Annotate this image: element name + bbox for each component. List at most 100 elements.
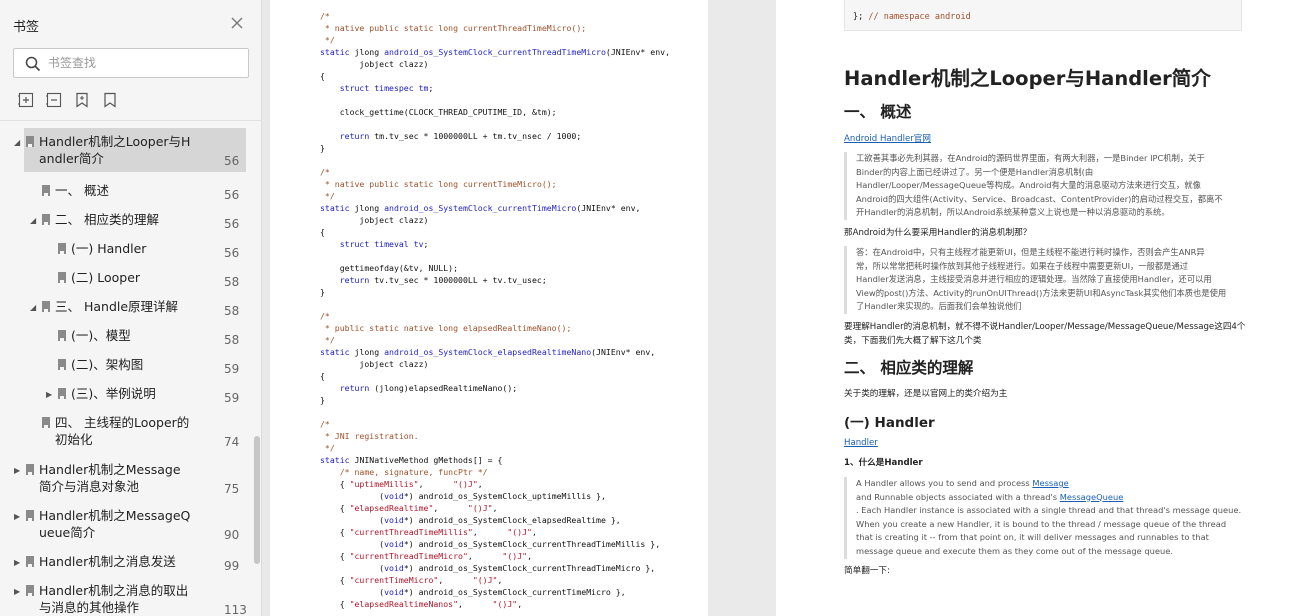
code-line: /* name, signature, funcPtr */ [339,467,488,477]
bookmark-label: Handler机制之Message [39,462,181,477]
pdf-page-left: /* * native public static long currentTh… [270,0,708,616]
bookmark-page-number: 58 [224,304,240,318]
bookmark-page-number: 56 [224,188,240,202]
bookmark-icon [42,301,50,312]
collapse-arrow-icon[interactable]: ▶ [14,583,20,600]
bookmark-item[interactable]: ▶ Handler机制之MessageQ ueue简介 90 [0,502,252,546]
bookmark-item[interactable]: ◢ 三、 Handle原理详解 58 [0,293,252,319]
code-line: { "currentThreadTimeMillis", "()J", [320,527,537,537]
bookmark-item[interactable]: ▶ Handler机制之Message 简介与消息对象池 75 [0,456,252,500]
what-is-handler: 1、什么是Handler [844,458,923,468]
bookmark-label: 三、 Handle原理详解 [55,299,179,314]
code-line: return tm.tv_sec * 1000000LL + tm.tv_nse… [339,131,582,141]
bookmark-page-number: 75 [224,482,240,496]
bookmark-label: Handler机制之MessageQ [39,508,191,523]
bookmark-item[interactable]: (二) Looper 58 [0,264,252,290]
bookmark-label: Handler机制之Looper与H [39,134,191,149]
bookmark-icon [26,510,34,521]
code-line: jobject clazz) [320,359,429,369]
bookmark-label: (三)、举例说明 [71,386,156,401]
collapse-arrow-icon[interactable]: ▶ [14,508,20,525]
code-line: /* [320,419,330,429]
bookmark-item[interactable]: ▶ Handler机制之消息的取出 与消息的其他操作 113 [0,577,252,616]
code-snippet: }; // namespace android [844,0,1242,31]
code-line: (void*) android_os_SystemClock_currentTh… [320,539,661,549]
code-line: */ [320,335,335,345]
code-line: { [320,71,325,81]
bookmark-icon [26,136,34,147]
bookmark-label: 一、 概述 [55,183,109,198]
code-line: (void*) android_os_SystemClock_elapsedRe… [320,515,621,525]
expand-arrow-icon[interactable]: ◢ [30,212,36,229]
bookmark-label: ueue简介 [39,525,96,540]
code-line: jobject clazz) [320,59,429,69]
official-link[interactable]: Android Handler官网 [844,134,931,144]
bookmark-label: (一) Handler [71,241,147,256]
pdf-page-right: }; // namespace android Handler机制之Looper… [776,0,1310,616]
bookmark-item[interactable]: (一) Handler 56 [0,235,252,261]
bookmark-icon [42,185,50,196]
sidebar-title: 书签 [13,20,40,35]
bookmark-item[interactable]: (一)、模型 58 [0,322,252,348]
bookmark-icon [58,388,66,399]
code-line: { "uptimeMillis", "()J", [320,479,483,489]
code-line: * JNI registration. [320,431,419,441]
bookmark-item[interactable]: ▶ Handler机制之消息发送 99 [0,548,252,574]
expand-arrow-icon[interactable]: ◢ [30,299,36,316]
collapse-arrow-icon[interactable]: ▶ [14,554,20,571]
bookmark-search-box[interactable] [13,48,249,78]
handler-link[interactable]: Handler [844,438,878,448]
bookmark-page-number: 56 [224,154,240,168]
expand-arrow-icon[interactable]: ◢ [14,134,20,151]
heading-overview: 一、 概述 [844,103,912,121]
code-line: /* [320,167,330,177]
collapse-all-icon[interactable] [46,92,62,108]
bookmark-icon [58,330,66,341]
code-block: /* * native public static long currentTh… [320,10,670,610]
bookmark-label: 简介与消息对象池 [39,479,140,494]
code-line: /* [320,311,330,321]
bookmark-item[interactable]: 一、 概述 56 [0,177,252,203]
code-line: } [320,395,325,405]
bookmark-item[interactable]: ◢ Handler机制之Looper与H andler简介 56 [14,128,246,172]
summary-text: 要理解Handler的消息机制，就不得不说Handler/Looper/Mess… [844,322,1246,346]
bookmark-item[interactable]: (二)、架构图 59 [0,351,252,377]
code-line: clock_gettime(CLOCK_THREAD_CPUTIME_ID, &… [320,107,557,117]
code-line: static JNINativeMethod gMethods[] = { [320,455,503,465]
bookmark-item[interactable]: 四、 主线程的Looper的 初始化 74 [0,409,252,453]
bookmark-label: 与消息的其他操作 [39,600,140,615]
close-icon[interactable] [229,15,245,31]
code-line: jobject clazz) [320,215,429,225]
bookmark-label: 二、 相应类的理解 [55,212,159,227]
code-line: * public static native long elapsedRealt… [320,323,572,333]
bookmark-page-number: 56 [224,246,240,260]
message-link[interactable]: Message [1032,478,1068,488]
heading-handler: (一) Handler [844,415,935,431]
bookmark-search-input[interactable] [48,54,238,72]
translate-note: 简单翻一下: [844,566,890,576]
bookmark-item[interactable]: ▶ (三)、举例说明 59 [0,380,252,406]
pdf-reader-window: 书签 书签查找 ◢ Handler机制之Looper与H andler简介 56… [0,0,1310,616]
collapse-arrow-icon[interactable]: ▶ [46,386,52,403]
code-line: } [320,287,325,297]
bookmark-page-number: 58 [224,275,240,289]
bookmark-page-number: 59 [224,391,240,405]
bookmark-icon [26,464,34,475]
sidebar-scrollbar[interactable] [254,436,260,564]
expand-all-icon[interactable] [18,92,34,108]
messagequeue-link[interactable]: MessageQueue [1060,492,1124,502]
bookmark-label: (二)、架构图 [71,357,144,372]
bookmark-icon[interactable] [102,92,118,108]
bookmark-page-number: 99 [224,559,240,573]
divider [0,120,262,121]
collapse-arrow-icon[interactable]: ▶ [14,462,20,479]
bookmark-add-icon[interactable] [74,92,90,108]
bookmark-page-number: 74 [224,435,240,449]
bookmark-icon [42,214,50,225]
search-icon [25,56,41,72]
code-line: (void*) android_os_SystemClock_currentTi… [320,587,626,597]
bookmark-item[interactable]: ◢ 二、 相应类的理解 56 [0,206,252,232]
